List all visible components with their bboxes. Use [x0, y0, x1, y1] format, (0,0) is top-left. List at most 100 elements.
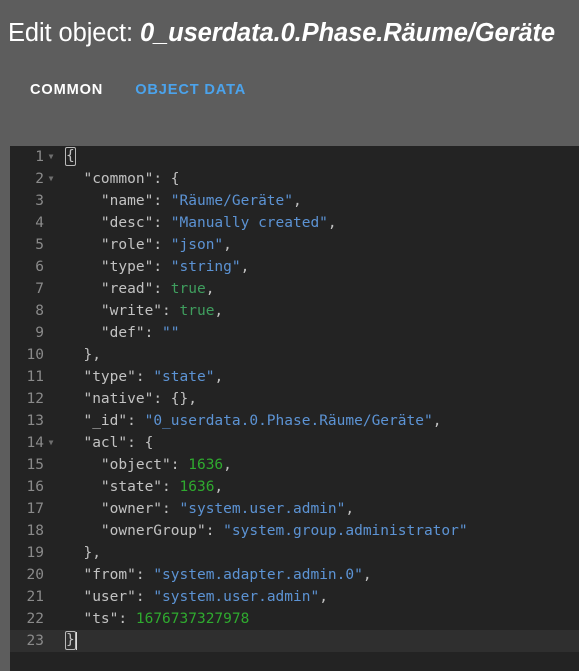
edit-object-dialog: Edit object: 0_userdata.0.Phase.Räume/Ge…: [0, 0, 579, 671]
code-token: "acl": [83, 435, 128, 451]
code-token: ,: [214, 303, 224, 319]
code-line-21[interactable]: "user": "system.user.admin",: [62, 586, 579, 608]
line-number: 14: [26, 435, 44, 451]
code-token: "object": [100, 457, 171, 473]
page-title: Edit object: 0_userdata.0.Phase.Räume/Ge…: [8, 19, 555, 48]
code-token: :: [127, 413, 145, 429]
code-line-4[interactable]: "desc": "Manually created",: [62, 212, 579, 234]
code-token: "system.adapter.admin.0": [153, 567, 363, 583]
code-token: true: [179, 303, 215, 319]
code-line-10[interactable]: },: [62, 344, 579, 366]
code-token: ,: [92, 347, 101, 363]
gutter-line-21: 21▼: [10, 586, 62, 608]
code-token: "role": [100, 237, 154, 253]
code-token: "read": [100, 281, 154, 297]
code-token: :: [135, 567, 154, 583]
code-token: "owner": [100, 501, 163, 517]
gutter-line-14: 14 ▼: [10, 432, 62, 454]
code-token: :: [144, 325, 163, 341]
code-token: "desc": [100, 215, 154, 231]
line-number: 23: [26, 633, 44, 649]
code-token: :: [162, 479, 180, 495]
code-line-6[interactable]: "type": "string",: [62, 256, 579, 278]
code-line-11[interactable]: "type": "state",: [62, 366, 579, 388]
gutter-line-19: 19▼: [10, 542, 62, 564]
fold-toggle-icon[interactable]: ▼: [44, 432, 58, 454]
code-line-23[interactable]: }: [62, 630, 579, 652]
code-line-2[interactable]: "common": {: [62, 168, 579, 190]
fold-toggle-icon[interactable]: ▼: [44, 168, 58, 190]
code-line-5[interactable]: "role": "json",: [62, 234, 579, 256]
line-number: 10: [26, 347, 44, 363]
code-token: "string": [170, 259, 241, 275]
code-token: :: [127, 435, 145, 451]
code-token: ,: [327, 215, 337, 231]
code-token: ,: [432, 413, 442, 429]
code-line-15[interactable]: "object": 1636,: [62, 454, 579, 476]
code-token: ,: [92, 545, 101, 561]
gutter-line-3: 3▼: [10, 190, 62, 212]
code-token: :: [153, 193, 171, 209]
code-line-8[interactable]: "write": true,: [62, 300, 579, 322]
code-line-22[interactable]: "ts": 1676737327978: [62, 608, 579, 630]
tab-object-data[interactable]: OBJECT DATA: [119, 66, 262, 114]
code-token: "def": [100, 325, 145, 341]
code-token: true: [170, 281, 206, 297]
code-line-7[interactable]: "read": true,: [62, 278, 579, 300]
code-token: "json": [170, 237, 224, 253]
page-title-prefix: Edit object:: [8, 18, 140, 47]
gutter-line-6: 6▼: [10, 256, 62, 278]
code-line-16[interactable]: "state": 1636,: [62, 476, 579, 498]
code-token: :: [153, 391, 171, 407]
code-line-17[interactable]: "owner": "system.user.admin",: [62, 498, 579, 520]
gutter-line-20: 20▼: [10, 564, 62, 586]
code-token: :: [162, 501, 180, 517]
code-token: "type": [100, 259, 154, 275]
matching-bracket: }: [65, 631, 76, 650]
code-line-1[interactable]: {: [62, 146, 579, 168]
code-line-13[interactable]: "_id": "0_userdata.0.Phase.Räume/Geräte"…: [62, 410, 579, 432]
line-number: 11: [26, 369, 44, 385]
code-token: 1676737327978: [135, 611, 250, 627]
code-token: ,: [214, 369, 224, 385]
line-number: 15: [26, 457, 44, 473]
line-number: 18: [26, 523, 44, 539]
line-number: 9: [35, 325, 44, 341]
code-token: ,: [205, 281, 215, 297]
line-number: 13: [26, 413, 44, 429]
code-token: "write": [100, 303, 163, 319]
code-line-9[interactable]: "def": "": [62, 322, 579, 344]
line-number: 1: [35, 149, 44, 165]
code-token: "Manually created": [170, 215, 328, 231]
gutter-line-5: 5▼: [10, 234, 62, 256]
code-line-12[interactable]: "native": {},: [62, 388, 579, 410]
code-editor[interactable]: 1▼2▼3▼4▼5▼6▼7▼8▼9▼10▼11▼12▼13▼14▼15▼16▼1…: [10, 146, 579, 671]
code-line-18[interactable]: "ownerGroup": "system.group.administrato…: [62, 520, 579, 542]
code-token: "native": [83, 391, 154, 407]
code-line-3[interactable]: "name": "Räume/Geräte",: [62, 190, 579, 212]
code-token: "ts": [83, 611, 119, 627]
tab-common[interactable]: COMMON: [14, 66, 119, 114]
code-token: "state": [100, 479, 163, 495]
gutter-line-13: 13▼: [10, 410, 62, 432]
code-line-20[interactable]: "from": "system.adapter.admin.0",: [62, 564, 579, 586]
fold-toggle-icon[interactable]: ▼: [44, 146, 58, 168]
code-line-19[interactable]: },: [62, 542, 579, 564]
code-line-14[interactable]: "acl": {: [62, 432, 579, 454]
code-token: "Räume/Geräte": [170, 193, 293, 209]
gutter-line-1: 1 ▼: [10, 146, 62, 168]
line-number: 16: [26, 479, 44, 495]
json-editor-panel: 1▼2▼3▼4▼5▼6▼7▼8▼9▼10▼11▼12▼13▼14▼15▼16▼1…: [0, 146, 579, 671]
editor-left-margin: [0, 146, 10, 671]
code-token: "type": [83, 369, 136, 385]
editor-code-area[interactable]: { "common": { "name": "Räume/Geräte", "d…: [62, 146, 579, 671]
page-title-object-id: 0_userdata.0.Phase.Räume/Geräte: [139, 18, 555, 47]
